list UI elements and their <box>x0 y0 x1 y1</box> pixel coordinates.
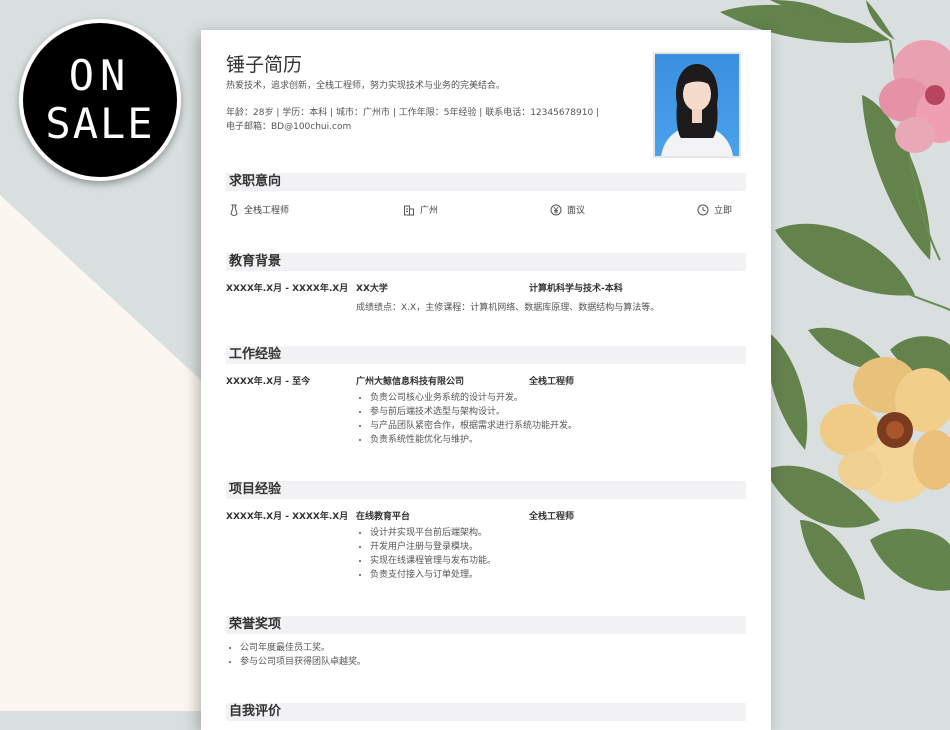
section-honors-title: 荣誉奖项 <box>229 617 282 632</box>
resume-page: 锤子简历 热爱技术，追求创新，全栈工程师，努力实现技术与业务的完美结合。 年龄：… <box>201 30 771 730</box>
section-self-title: 自我评价 <box>229 704 282 719</box>
education-major: 计算机科学与技术-本科 <box>529 284 623 294</box>
section-work-title: 工作经验 <box>229 347 282 362</box>
badge-line-2: SALE <box>45 99 155 148</box>
section-projects: 项目经验 <box>226 481 746 499</box>
list-item: 与产品团队紧密合作，根据需求进行系统功能开发。 <box>370 419 577 433</box>
list-item: 开发用户注册与登录模块。 <box>370 540 496 554</box>
education-detail: 成绩绩点：X.X，主修课程：计算机网络、数据库原理、数据结构与算法等。 <box>356 303 660 313</box>
intent-salary-value: 面议 <box>567 206 586 216</box>
list-item: 负责公司核心业务系统的设计与开发。 <box>370 391 577 405</box>
info-line-2: 电子邮箱：BD@100chui.com <box>226 122 352 132</box>
list-item: 设计并实现平台前后端架构。 <box>370 526 496 540</box>
section-education: 教育背景 <box>226 253 746 271</box>
work-date: XXXX年.X月 - 至今 <box>226 377 311 387</box>
intent-position: 全栈工程师 <box>229 203 290 217</box>
resume-intro: 热爱技术，追求创新，全栈工程师，努力实现技术与业务的完美结合。 <box>226 81 506 91</box>
intent-availability-value: 立即 <box>714 206 733 216</box>
section-work: 工作经验 <box>226 346 746 364</box>
profile-photo <box>653 52 741 158</box>
section-intent-title: 求职意向 <box>229 174 282 189</box>
building-icon <box>404 205 414 216</box>
list-item: 负责支付接入与订单处理。 <box>370 568 496 582</box>
section-projects-title: 项目经验 <box>229 482 282 497</box>
badge-line-1: ON <box>68 51 132 100</box>
clock-icon <box>697 204 709 216</box>
work-company: 广州大鲸信息科技有限公司 <box>356 377 465 387</box>
project-role: 全栈工程师 <box>529 512 575 522</box>
education-date: XXXX年.X月 - XXXX年.X月 <box>226 284 349 294</box>
section-intent: 求职意向 <box>226 173 746 191</box>
resume-name: 锤子简历 <box>226 54 303 76</box>
person-portrait-icon <box>661 64 733 156</box>
section-honors: 荣誉奖项 <box>226 616 746 634</box>
work-role: 全栈工程师 <box>529 377 575 387</box>
project-date: XXXX年.X月 - XXXX年.X月 <box>226 512 349 522</box>
section-self: 自我评价 <box>226 703 746 721</box>
intent-city-value: 广州 <box>420 206 439 216</box>
intent-salary: 面议 <box>550 203 585 216</box>
project-name: 在线教育平台 <box>356 512 411 522</box>
yen-coin-icon <box>550 204 562 216</box>
resume-info: 年龄：28岁 | 学历：本科 | 城市：广州市 | 工作年限：5年经验 | 联系… <box>226 106 646 134</box>
list-item: 负责系统性能优化与维护。 <box>370 433 577 447</box>
list-item: 参与公司项目获得团队卓越奖。 <box>240 655 366 669</box>
intent-position-value: 全栈工程师 <box>244 206 290 216</box>
info-line-1: 年龄：28岁 | 学历：本科 | 城市：广州市 | 工作年限：5年经验 | 联系… <box>226 108 600 118</box>
project-duties: 设计并实现平台前后端架构。 开发用户注册与登录模块。 实现在线课程管理与发布功能… <box>356 526 496 582</box>
section-education-title: 教育背景 <box>229 254 282 269</box>
list-item: 公司年度最佳员工奖。 <box>240 641 366 655</box>
list-item: 实现在线课程管理与发布功能。 <box>370 554 496 568</box>
work-duties: 负责公司核心业务系统的设计与开发。 参与前后端技术选型与架构设计。 与产品团队紧… <box>356 391 577 447</box>
list-item: 参与前后端技术选型与架构设计。 <box>370 405 577 419</box>
honors-list: 公司年度最佳员工奖。 参与公司项目获得团队卓越奖。 <box>226 641 366 669</box>
intent-city: 广州 <box>403 203 438 216</box>
intent-availability: 立即 <box>697 203 732 216</box>
education-school: XX大学 <box>356 284 388 294</box>
on-sale-badge: ON SALE <box>19 19 181 181</box>
tie-icon <box>230 204 238 217</box>
